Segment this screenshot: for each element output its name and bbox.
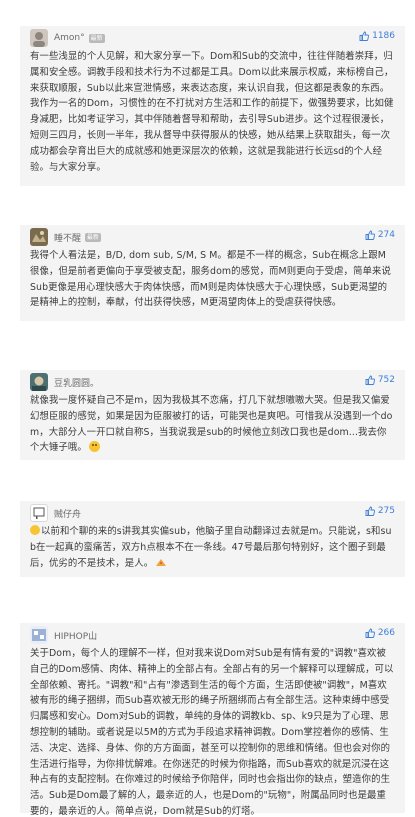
avatar[interactable] bbox=[30, 504, 48, 522]
comment-text-content: 就像我一度怀疑自己不是m，因为我极其不恋痛，打几下就想嗷嗷大哭。但是我又偏爱幻想… bbox=[30, 395, 393, 454]
like-count: 266 bbox=[377, 628, 395, 638]
like-button[interactable]: 275 bbox=[365, 506, 395, 516]
comment-text: 有一些浅显的个人见解，和大家分享一下。Dom和Sub的交流中，往往伴随着崇拜，归… bbox=[30, 51, 394, 173]
avatar[interactable] bbox=[30, 29, 48, 47]
comment-header: 睡不醒 最新 274 bbox=[30, 228, 395, 246]
like-count: 1186 bbox=[372, 31, 395, 41]
comment-text: 我得个人看法是，B/D, dom sub, S/M, S M。都是不一样的概念，… bbox=[30, 250, 391, 309]
like-count: 274 bbox=[377, 230, 395, 240]
comment-header: 贼仔舟 275 bbox=[30, 504, 395, 522]
thumbs-up-icon bbox=[359, 31, 370, 41]
comment-card: 贼仔舟 275 以前和个聊的来的s讲我其实偏sub，他脑子里自动翻译过去就是m。… bbox=[20, 501, 405, 577]
like-button[interactable]: 274 bbox=[365, 230, 395, 240]
like-button[interactable]: 266 bbox=[365, 628, 395, 638]
avatar[interactable] bbox=[30, 228, 48, 246]
avatar[interactable] bbox=[30, 373, 48, 391]
like-count: 275 bbox=[377, 506, 395, 516]
comment-card: HIPHOP山 266 关于Dom，每个人的理解不一样，但对我来说Dom对Sub… bbox=[20, 623, 405, 817]
thumbs-up-icon bbox=[365, 230, 375, 240]
comment-card: 睡不醒 最新 274 我得个人看法是，B/D, dom sub, S/M, S … bbox=[20, 225, 405, 321]
comment-text: 就像我一度怀疑自己不是m，因为我极其不恋痛，打几下就想嗷嗷大哭。但是我又偏爱幻想… bbox=[30, 393, 395, 456]
thumbs-up-icon bbox=[365, 506, 375, 516]
avatar[interactable] bbox=[30, 626, 48, 644]
like-button[interactable]: 752 bbox=[365, 375, 395, 385]
thumbs-up-icon bbox=[365, 628, 375, 638]
smile-emoji-icon bbox=[88, 441, 100, 453]
status-badge: 最新 bbox=[85, 232, 102, 242]
thumbs-up-icon bbox=[365, 375, 375, 385]
like-count: 752 bbox=[377, 375, 395, 385]
comment-text: 以前和个聊的来的s讲我其实偏sub，他脑子里自动翻译过去就是m。只能说，s和su… bbox=[30, 524, 395, 571]
username[interactable]: Amon° bbox=[54, 33, 85, 43]
comment-header: HIPHOP山 266 bbox=[30, 626, 395, 644]
party-emoji-icon bbox=[156, 558, 167, 566]
like-button[interactable]: 1186 bbox=[359, 31, 395, 41]
username[interactable]: HIPHOP山 bbox=[54, 629, 97, 642]
username[interactable]: 豆乳圆圆。 bbox=[54, 376, 99, 389]
comment-text-content: 以前和个聊的来的s讲我其实偏sub，他脑子里自动翻译过去就是m。只能说，s和su… bbox=[30, 526, 392, 569]
comment-header: 豆乳圆圆。 752 bbox=[30, 373, 395, 391]
username[interactable]: 睡不醒 bbox=[54, 231, 81, 244]
comment-card: 豆乳圆圆。 752 就像我一度怀疑自己不是m，因为我极其不恋痛，打几下就想嗷嗷大… bbox=[20, 370, 405, 460]
comment-text: 关于Dom，每个人的理解不一样，但对我来说Dom对Sub是有情有爱的"调教"喜欢… bbox=[30, 648, 394, 817]
status-badge: 最新 bbox=[88, 33, 105, 43]
comment-header: Amon° 最新 1186 bbox=[30, 29, 395, 47]
smile-emoji-icon bbox=[30, 525, 40, 535]
username[interactable]: 贼仔舟 bbox=[54, 507, 81, 520]
comment-card: Amon° 最新 1186 有一些浅显的个人见解，和大家分享一下。Dom和Sub… bbox=[20, 26, 405, 186]
